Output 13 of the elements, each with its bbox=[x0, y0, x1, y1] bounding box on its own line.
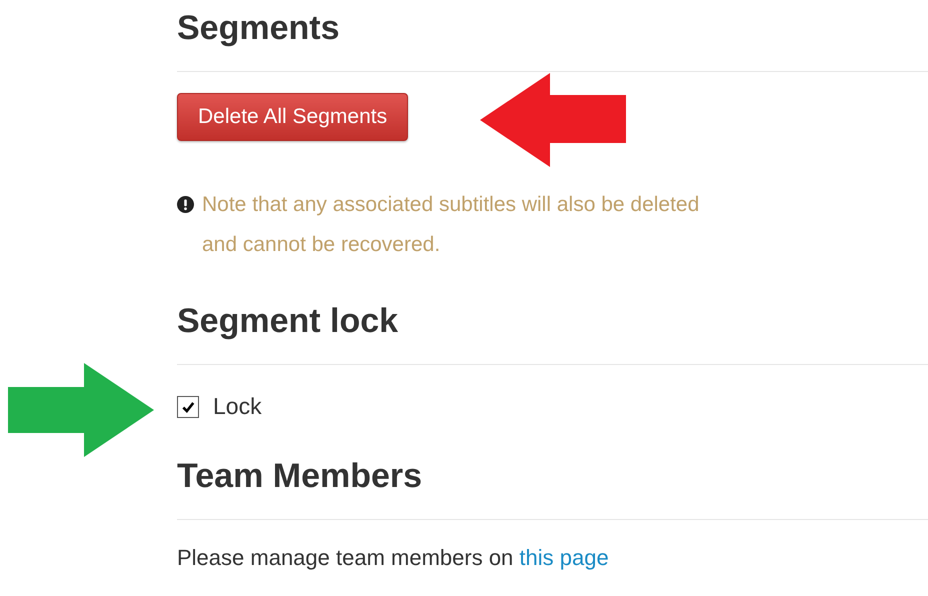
section-heading: Segments bbox=[177, 8, 340, 49]
warning-note: Note that any associated subtitles will also be deleted and cannot be recovered. bbox=[202, 192, 700, 258]
delete-all-segments-button[interactable]: Delete All Segments bbox=[177, 93, 408, 141]
section-heading: Team Members bbox=[177, 456, 424, 497]
checkmark-icon bbox=[181, 400, 195, 414]
this-page-link[interactable]: this page bbox=[519, 545, 609, 570]
checkbox-label: Lock bbox=[213, 393, 262, 420]
section-heading: Segment lock bbox=[177, 301, 400, 342]
exclamation-icon bbox=[177, 196, 194, 213]
left-arrow-icon bbox=[480, 73, 626, 167]
right-arrow-icon bbox=[8, 363, 154, 457]
team-members-text: Please manage team members on this page bbox=[177, 545, 610, 571]
lock-checkbox[interactable] bbox=[177, 396, 199, 418]
